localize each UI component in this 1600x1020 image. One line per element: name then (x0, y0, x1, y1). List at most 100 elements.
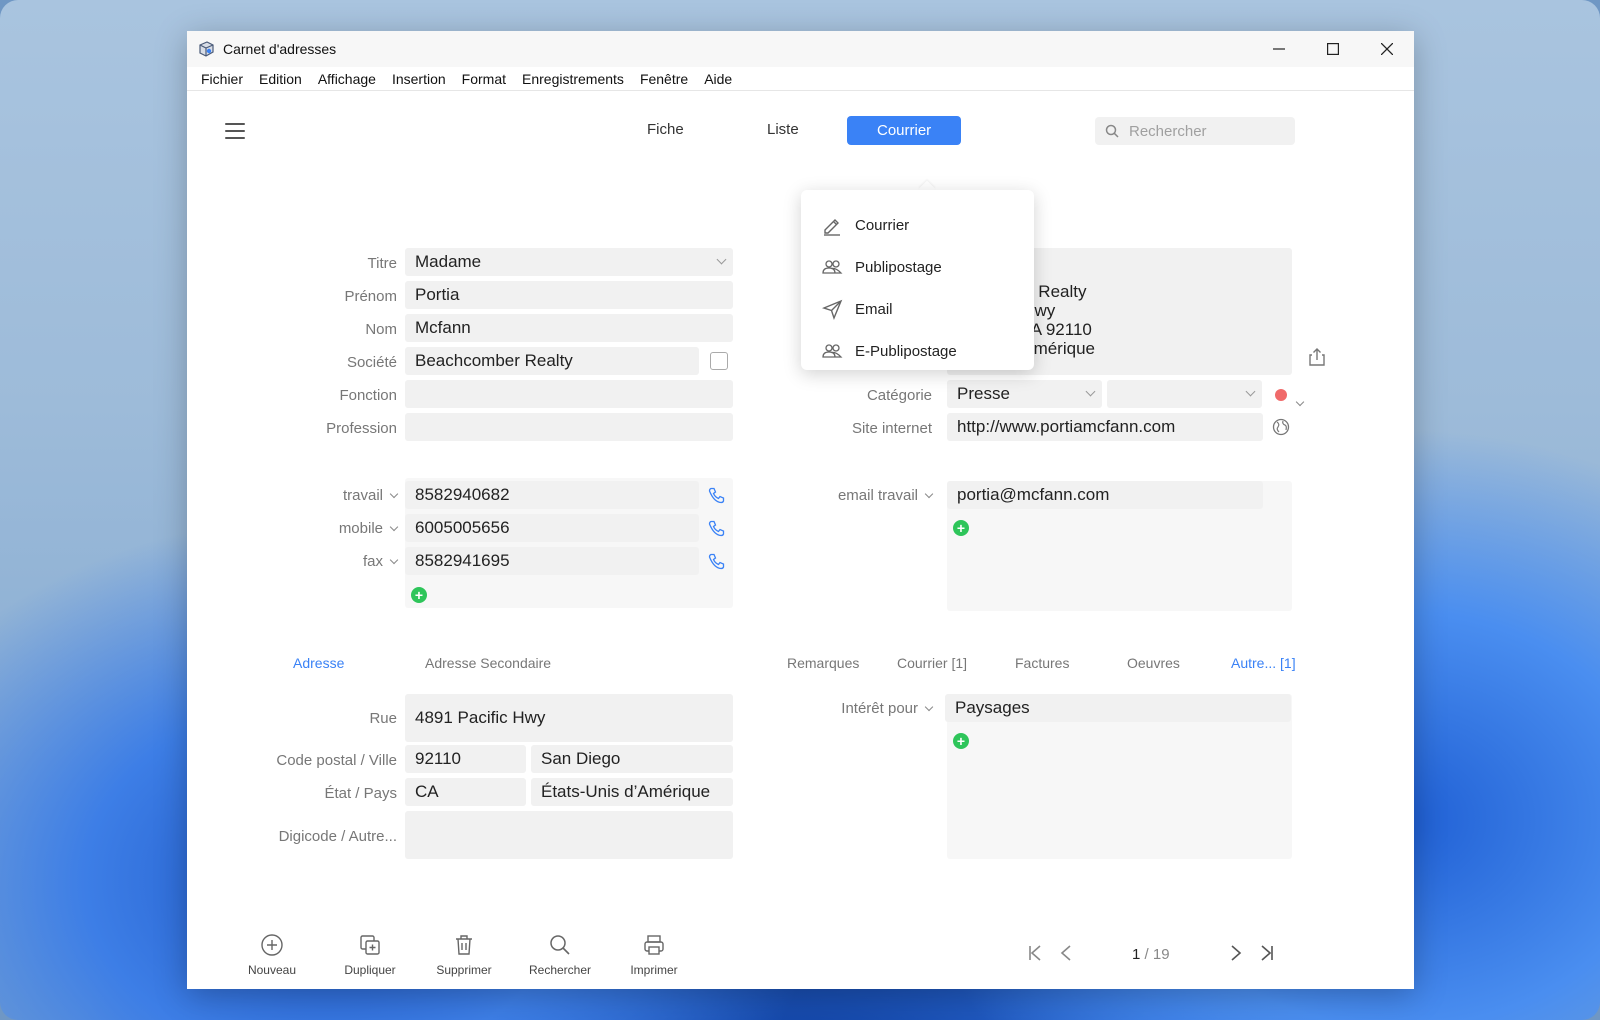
menu-edition[interactable]: Edition (251, 71, 310, 87)
profession-field[interactable] (405, 413, 733, 441)
close-button[interactable] (1360, 31, 1414, 67)
menu-format[interactable]: Format (454, 71, 514, 87)
window-title: Carnet d'adresses (223, 41, 337, 57)
nom-label: Nom (365, 321, 397, 338)
supprimer-button[interactable]: Supprimer (430, 933, 498, 977)
menu-item-email[interactable]: Email (801, 288, 1034, 330)
hamburger-menu-icon[interactable] (225, 123, 245, 139)
tab-adresse[interactable]: Adresse (293, 655, 344, 671)
imprimer-button[interactable]: Imprimer (620, 933, 688, 977)
profession-label: Profession (326, 420, 397, 437)
last-record-icon[interactable] (1259, 944, 1275, 962)
search-input[interactable] (1129, 122, 1279, 140)
rue-field[interactable]: 4891 Pacific Hwy (405, 694, 733, 742)
fonction-field[interactable] (405, 380, 733, 408)
menu-item-courrier[interactable]: Courrier (801, 204, 1034, 246)
phone-type-travail[interactable]: travail (287, 487, 399, 504)
digicode-field[interactable] (405, 811, 733, 859)
nom-value: Mcfann (415, 318, 471, 337)
cp-ville-label: Code postal / Ville (276, 752, 397, 769)
phone-call-icon[interactable] (708, 487, 725, 504)
tab-liste[interactable]: Liste (767, 121, 799, 138)
menu-item-e-publipostage[interactable]: E-Publipostage (801, 330, 1034, 372)
interet-type[interactable]: Intérêt pour (787, 700, 934, 717)
add-phone-button[interactable]: + (411, 587, 427, 603)
categorie-value: Presse (957, 384, 1010, 403)
categorie-secondary-select[interactable] (1107, 380, 1262, 408)
prenom-field[interactable]: Portia (405, 281, 733, 309)
search-box[interactable] (1095, 117, 1295, 145)
chevron-down-icon[interactable] (1295, 397, 1305, 407)
tab-autre[interactable]: Autre... [1] (1231, 655, 1296, 671)
categorie-label: Catégorie (866, 387, 932, 404)
phone-field-mobile[interactable]: 6005005656 (405, 514, 699, 542)
current-record: 1 (1132, 946, 1141, 963)
rue-value: 4891 Pacific Hwy (415, 708, 546, 727)
ville-value: San Diego (541, 749, 621, 768)
menu-item-publipostage[interactable]: Publipostage (801, 246, 1034, 288)
search-icon (1105, 124, 1119, 138)
titre-select[interactable]: Madame (405, 248, 733, 276)
add-email-button[interactable]: + (953, 520, 969, 536)
tab-adresse-secondaire[interactable]: Adresse Secondaire (425, 655, 551, 671)
nom-field[interactable]: Mcfann (405, 314, 733, 342)
dupliquer-button[interactable]: Dupliquer (338, 933, 402, 977)
next-record-icon[interactable] (1229, 944, 1243, 962)
phone-field-fax[interactable]: 8582941695 (405, 547, 699, 575)
menu-item-label: E-Publipostage (855, 342, 957, 360)
phone-call-icon[interactable] (708, 553, 725, 570)
interet-field[interactable]: Paysages (945, 694, 1291, 722)
pays-field[interactable]: États-Unis d’Amérique (531, 778, 733, 806)
record-counter: 1 / 19 (1132, 946, 1170, 963)
tab-factures[interactable]: Factures (1015, 655, 1069, 671)
menu-affichage[interactable]: Affichage (310, 71, 384, 87)
add-interet-button[interactable]: + (953, 733, 969, 749)
societe-checkbox[interactable] (710, 352, 728, 370)
tab-courrier[interactable]: Courrier (847, 116, 962, 145)
tab-remarques[interactable]: Remarques (787, 655, 859, 671)
site-value: http://www.portiamcfann.com (957, 417, 1176, 436)
phone-type-fax[interactable]: fax (287, 553, 399, 570)
email-field-travail[interactable]: portia@mcfann.com (947, 481, 1263, 509)
tab-fiche[interactable]: Fiche (647, 121, 684, 138)
share-icon[interactable] (1308, 347, 1326, 367)
chevron-down-icon (924, 489, 934, 499)
minimize-button[interactable] (1252, 31, 1306, 67)
categorie-select[interactable]: Presse (947, 380, 1102, 408)
etat-pays-label: État / Pays (324, 785, 397, 802)
tab-courrier-records[interactable]: Courrier [1] (897, 655, 967, 671)
nouveau-button[interactable]: Nouveau (242, 933, 302, 977)
menu-aide[interactable]: Aide (696, 71, 740, 87)
code-postal-field[interactable]: 92110 (405, 745, 526, 773)
email-type-travail[interactable]: email travail (787, 487, 934, 504)
users-icon (822, 344, 843, 358)
phone-type-mobile[interactable]: mobile (287, 520, 399, 537)
site-label: Site internet (851, 420, 932, 437)
close-icon (1381, 43, 1393, 55)
phone-field-travail[interactable]: 8582940682 (405, 481, 699, 509)
globe-icon[interactable] (1272, 418, 1290, 436)
chevron-down-icon (924, 702, 934, 712)
total-records: / 19 (1144, 946, 1170, 963)
site-field[interactable]: http://www.portiamcfann.com (947, 413, 1263, 441)
menu-enregistrements[interactable]: Enregistrements (514, 71, 632, 87)
ville-field[interactable]: San Diego (531, 745, 733, 773)
tab-oeuvres[interactable]: Oeuvres (1127, 655, 1180, 671)
rechercher-button[interactable]: Rechercher (523, 933, 597, 977)
send-icon (821, 299, 843, 320)
nouveau-label: Nouveau (247, 963, 297, 977)
title-bar: Carnet d'adresses (187, 31, 1414, 67)
duplicate-icon (360, 935, 380, 955)
maximize-button[interactable] (1306, 31, 1360, 67)
category-color-dot[interactable] (1275, 389, 1287, 401)
app-window: Carnet d'adresses Fichier Edition Affich… (187, 31, 1414, 989)
etat-field[interactable]: CA (405, 778, 526, 806)
menu-fenetre[interactable]: Fenêtre (632, 71, 696, 87)
previous-record-icon[interactable] (1059, 944, 1073, 962)
societe-field[interactable]: Beachcomber Realty (405, 347, 699, 375)
menu-insertion[interactable]: Insertion (384, 71, 454, 87)
menu-fichier[interactable]: Fichier (193, 71, 251, 87)
first-record-icon[interactable] (1027, 944, 1043, 962)
phone-call-icon[interactable] (708, 520, 725, 537)
minimize-icon (1273, 48, 1285, 50)
